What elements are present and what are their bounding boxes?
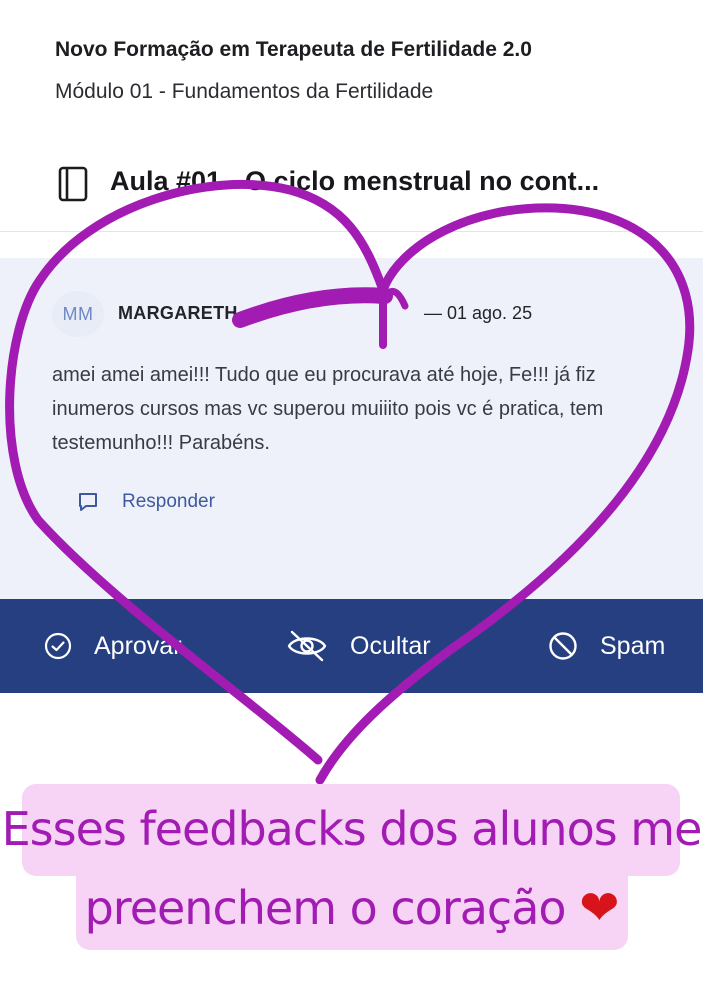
caption-line-2: preenchem o coração ❤ xyxy=(0,880,703,936)
approve-label: Aprovar xyxy=(94,631,182,660)
hide-label: Ocultar xyxy=(350,631,431,660)
caption-sticker: Esses feedbacks dos alunos me preenchem … xyxy=(0,780,703,960)
divider xyxy=(0,231,703,232)
reply-button[interactable]: Responder xyxy=(76,488,215,516)
lesson-header: Aula #01 - O ciclo menstrual no cont... xyxy=(58,162,678,206)
book-icon xyxy=(58,166,88,202)
eye-off-icon xyxy=(287,630,327,662)
course-title: Novo Formação em Terapeuta de Fertilidad… xyxy=(55,38,532,61)
hide-button[interactable]: Ocultar xyxy=(286,599,431,693)
caption-line-2-text: preenchem o coração xyxy=(84,881,567,935)
block-icon xyxy=(549,632,577,660)
avatar: MM xyxy=(52,291,104,337)
module-title: Módulo 01 - Fundamentos da Fertilidade xyxy=(55,80,434,103)
comment-date: — 01 ago. 25 xyxy=(424,303,533,323)
moderation-bar: Aprovar Ocultar Spam xyxy=(0,599,703,693)
check-circle-icon xyxy=(44,632,72,660)
reply-label: Responder xyxy=(122,491,215,512)
caption-line-1: Esses feedbacks dos alunos me xyxy=(1,802,703,856)
comment-text: amei amei amei!!! Tudo que eu procurava … xyxy=(52,364,604,454)
heart-emoji-icon: ❤ xyxy=(579,880,619,936)
spam-label: Spam xyxy=(600,631,666,660)
chat-bubble-icon xyxy=(79,493,97,511)
spam-button[interactable]: Spam xyxy=(548,599,665,693)
comment-author: MARGARETH xyxy=(118,303,238,323)
lesson-title: Aula #01 - O ciclo menstrual no cont... xyxy=(110,166,600,196)
approve-button[interactable]: Aprovar xyxy=(44,599,182,693)
